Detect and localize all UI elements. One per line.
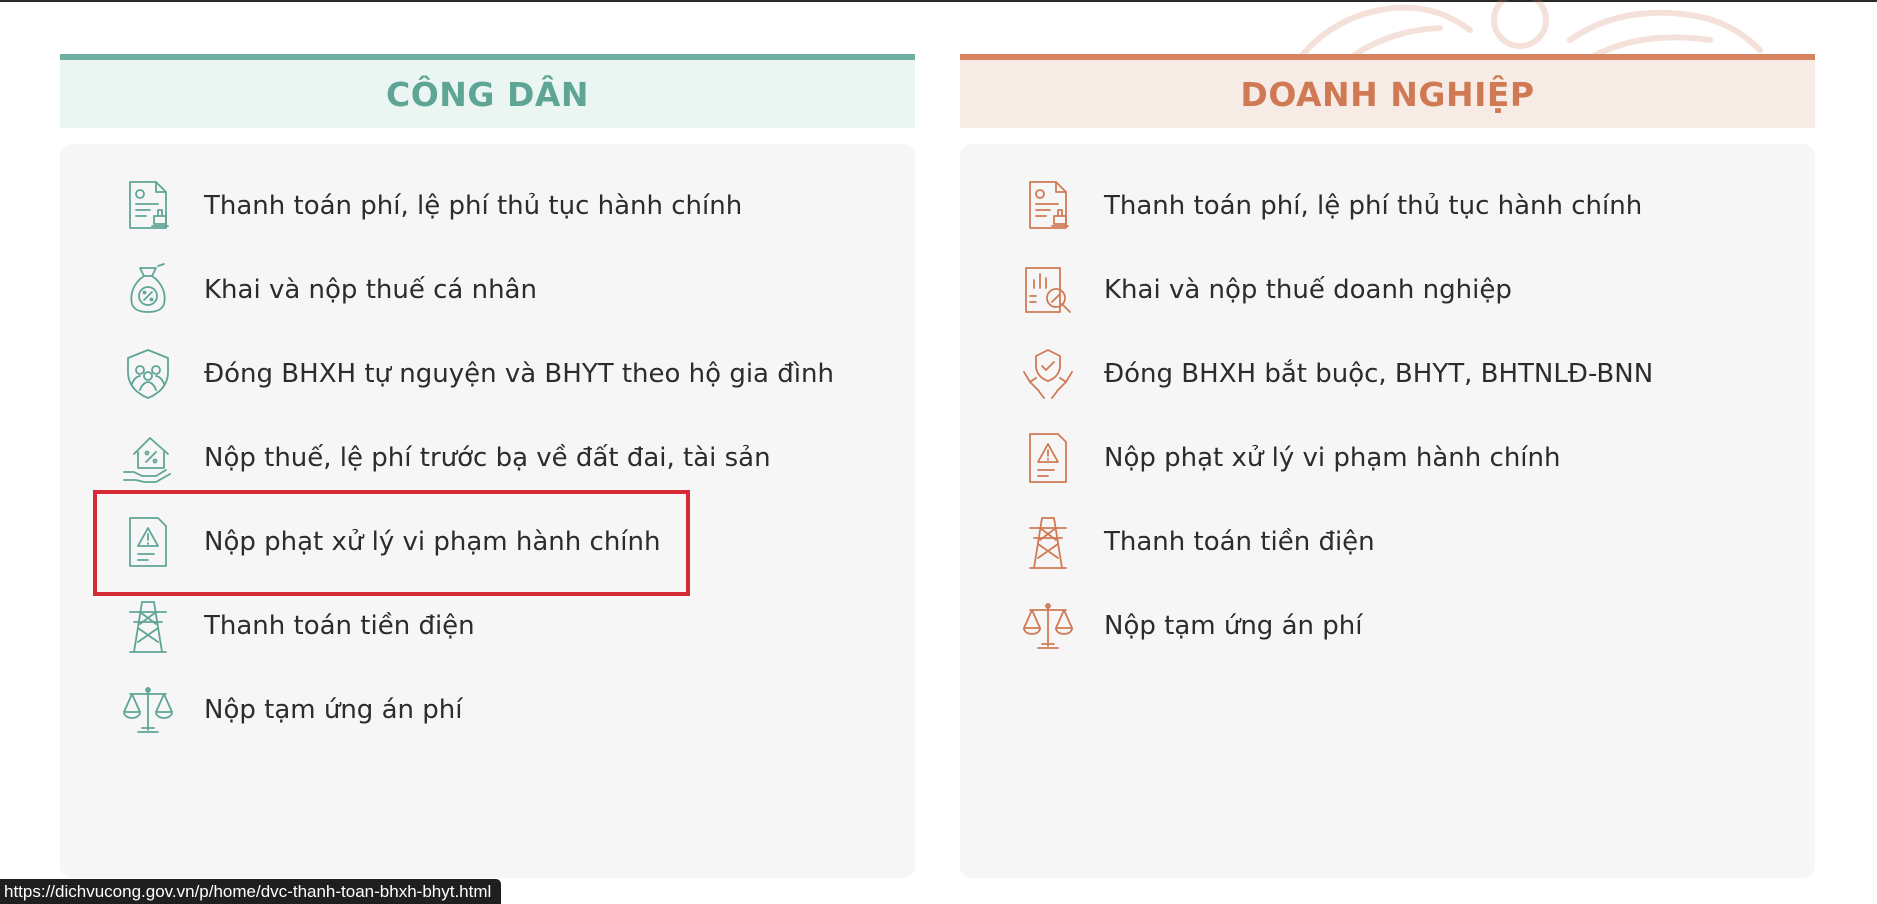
- citizen-header: CÔNG DÂN: [60, 54, 915, 128]
- business-item-administrative-fine[interactable]: Nộp phạt xử lý vi phạm hành chính: [960, 416, 1815, 500]
- business-item-label: Khai và nộp thuế doanh nghiệp: [1104, 275, 1512, 305]
- decorative-pattern: [1297, 0, 1763, 58]
- scales-icon: [118, 680, 178, 740]
- scales-icon: [1018, 596, 1078, 656]
- citizen-item-label: Nộp phạt xử lý vi phạm hành chính: [204, 527, 661, 557]
- chart-report-percent-icon: [1018, 260, 1078, 320]
- browser-status-bar-url: https://dichvucong.gov.vn/p/home/dvc-tha…: [0, 879, 502, 904]
- citizen-item-label: Đóng BHXH tự nguyện và BHYT theo hộ gia …: [204, 359, 834, 389]
- business-item-mandatory-insurance[interactable]: Đóng BHXH bắt buộc, BHYT, BHTNLĐ-BNN: [960, 332, 1815, 416]
- warning-document-icon: [118, 512, 178, 572]
- business-item-label: Thanh toán tiền điện: [1104, 527, 1375, 557]
- family-shield-icon: [118, 344, 178, 404]
- document-seal-icon: [118, 176, 178, 236]
- money-bag-percent-icon: [118, 260, 178, 320]
- citizen-item-land-tax[interactable]: Nộp thuế, lệ phí trước bạ về đất đai, tà…: [60, 416, 915, 500]
- power-tower-icon: [1018, 512, 1078, 572]
- business-item-court-fee[interactable]: Nộp tạm ứng án phí: [960, 584, 1815, 668]
- citizen-item-label: Thanh toán tiền điện: [204, 611, 475, 641]
- business-item-corporate-tax[interactable]: Khai và nộp thuế doanh nghiệp: [960, 248, 1815, 332]
- citizen-item-fee-payment[interactable]: Thanh toán phí, lệ phí thủ tục hành chín…: [60, 164, 915, 248]
- document-seal-icon: [1018, 176, 1078, 236]
- citizen-item-social-insurance[interactable]: Đóng BHXH tự nguyện và BHYT theo hộ gia …: [60, 332, 915, 416]
- business-header: DOANH NGHIỆP: [960, 54, 1815, 128]
- warning-document-icon: [1018, 428, 1078, 488]
- citizen-item-label: Khai và nộp thuế cá nhân: [204, 275, 537, 305]
- business-item-label: Đóng BHXH bắt buộc, BHYT, BHTNLĐ-BNN: [1104, 359, 1654, 389]
- hands-shield-check-icon: [1018, 344, 1078, 404]
- citizen-service-list: Thanh toán phí, lệ phí thủ tục hành chín…: [60, 144, 915, 878]
- citizen-item-label: Thanh toán phí, lệ phí thủ tục hành chín…: [204, 191, 743, 221]
- business-item-electricity[interactable]: Thanh toán tiền điện: [960, 500, 1815, 584]
- business-service-list: Thanh toán phí, lệ phí thủ tục hành chín…: [960, 144, 1815, 878]
- power-tower-icon: [118, 596, 178, 656]
- citizen-item-personal-tax[interactable]: Khai và nộp thuế cá nhân: [60, 248, 915, 332]
- citizen-item-administrative-fine[interactable]: Nộp phạt xử lý vi phạm hành chính: [60, 500, 915, 584]
- citizen-column: CÔNG DÂN Thanh toán phí, lệ phí thủ tục …: [60, 54, 915, 878]
- citizen-item-label: Nộp tạm ứng án phí: [204, 695, 463, 725]
- business-item-label: Nộp tạm ứng án phí: [1104, 611, 1363, 641]
- business-item-fee-payment[interactable]: Thanh toán phí, lệ phí thủ tục hành chín…: [960, 164, 1815, 248]
- house-hand-percent-icon: [118, 428, 178, 488]
- business-column: DOANH NGHIỆP Thanh toán phí, lệ phí thủ …: [960, 54, 1815, 878]
- business-item-label: Nộp phạt xử lý vi phạm hành chính: [1104, 443, 1561, 473]
- citizen-item-electricity[interactable]: Thanh toán tiền điện: [60, 584, 915, 668]
- citizen-item-court-fee[interactable]: Nộp tạm ứng án phí: [60, 668, 915, 752]
- citizen-item-label: Nộp thuế, lệ phí trước bạ về đất đai, tà…: [204, 443, 771, 473]
- business-item-label: Thanh toán phí, lệ phí thủ tục hành chín…: [1104, 191, 1643, 221]
